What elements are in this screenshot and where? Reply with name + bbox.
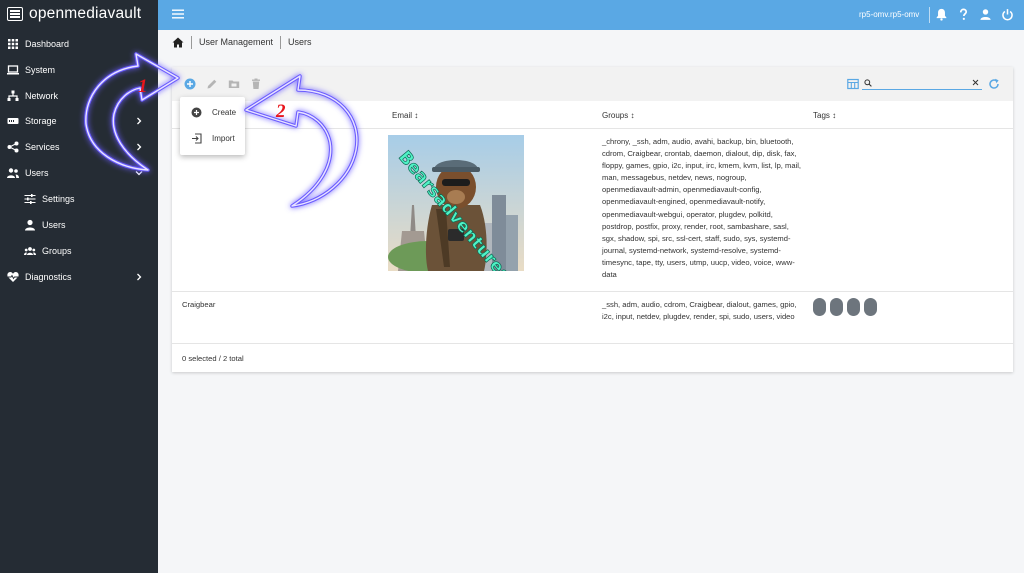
- refresh-icon[interactable]: [988, 78, 1000, 90]
- search-icon: [864, 79, 872, 87]
- add-icon[interactable]: [184, 78, 196, 90]
- sidebar-item-storage[interactable]: Storage: [0, 109, 158, 133]
- chevron-right-icon: [137, 117, 142, 125]
- search-box[interactable]: [862, 78, 982, 90]
- column-header-email[interactable]: Email ↕: [392, 111, 418, 120]
- sliders-icon: [24, 194, 36, 204]
- menu-item-label: Import: [212, 134, 235, 143]
- delete-icon[interactable]: [250, 78, 262, 90]
- heartbeat-icon: [7, 272, 19, 282]
- menu-item-create[interactable]: Create: [180, 99, 245, 125]
- home-icon[interactable]: [172, 37, 184, 48]
- sidebar-item-label: Network: [25, 91, 59, 101]
- storage-icon: [7, 118, 19, 124]
- help-icon[interactable]: [957, 8, 970, 21]
- grid-icon: [8, 39, 18, 49]
- users-icon: [7, 168, 19, 178]
- column-header-groups[interactable]: Groups ↕: [602, 111, 634, 120]
- annotation-step-2: 2: [276, 101, 286, 122]
- menu-toggle-icon[interactable]: [172, 9, 184, 19]
- groups-icon: [24, 247, 36, 255]
- table-toolbar: [172, 67, 1013, 101]
- omv-logo-icon: [7, 7, 23, 21]
- row-divider: [172, 291, 1013, 292]
- import-icon: [192, 133, 202, 144]
- sidebar-item-label: Diagnostics: [25, 272, 72, 282]
- tag-chip: [864, 298, 877, 316]
- header-divider: [172, 128, 1013, 129]
- username-cell: Craigbear: [182, 300, 216, 309]
- menu-item-import[interactable]: Import: [180, 125, 245, 151]
- tag-chip: [813, 298, 826, 316]
- sidebar-item-label: Dashboard: [25, 39, 70, 49]
- columns-icon[interactable]: [847, 78, 859, 90]
- sidebar-item-label: Users: [42, 220, 66, 230]
- sidebar-item-label: Services: [25, 142, 60, 152]
- search-input[interactable]: [874, 78, 970, 89]
- chevron-right-icon: [137, 273, 142, 281]
- bear-adventures-image: Bearsadventures: [388, 135, 524, 271]
- sidebar-item-users[interactable]: Users: [0, 161, 158, 185]
- chevron-down-icon: [135, 171, 143, 176]
- hostname: rp5-omv.rp5-omv: [859, 10, 920, 19]
- sidebar-item-label: System: [25, 65, 56, 75]
- network-icon: [7, 90, 19, 101]
- groups-cell: _chrony, _ssh, adm, audio, avahi, backup…: [602, 137, 802, 280]
- selection-summary: 0 selected / 2 total: [182, 354, 244, 363]
- sidebar-item-label: Storage: [25, 116, 57, 126]
- breadcrumb-separator: [280, 35, 282, 49]
- folder-icon[interactable]: [228, 78, 240, 90]
- breadcrumb: User Management Users: [172, 35, 312, 49]
- brand[interactable]: openmediavault: [0, 0, 158, 28]
- user-account-icon[interactable]: [979, 8, 992, 21]
- share-icon: [7, 141, 19, 153]
- tag-chip: [830, 298, 843, 316]
- user-icon: [25, 219, 35, 231]
- sidebar-item-system[interactable]: System: [0, 58, 158, 82]
- edit-icon[interactable]: [206, 78, 218, 90]
- sidebar-item-groups[interactable]: Groups: [0, 239, 158, 263]
- top-bar: rp5-omv.rp5-omv: [158, 0, 1024, 30]
- sidebar-item-users-list[interactable]: Users: [0, 213, 158, 237]
- sidebar-item-label: Groups: [42, 246, 72, 256]
- power-icon[interactable]: [1001, 8, 1014, 21]
- groups-cell: _ssh, adm, audio, cdrom, Craigbear, dial…: [602, 300, 797, 322]
- tag-chip: [847, 298, 860, 316]
- topbar-divider: [929, 7, 930, 23]
- sidebar: openmediavault Dashboard System Network …: [0, 0, 158, 573]
- annotation-step-1: 1: [138, 76, 148, 97]
- add-dropdown-menu: Create Import: [180, 97, 245, 155]
- sidebar-item-dashboard[interactable]: Dashboard: [0, 32, 158, 56]
- breadcrumb-users: Users: [288, 37, 312, 47]
- users-table-card: Email ↕ Groups ↕ Tags ↕ Bearsadventures: [172, 67, 1013, 372]
- laptop-icon: [7, 65, 19, 75]
- chevron-right-icon: [137, 143, 142, 151]
- sidebar-item-label: Users: [25, 168, 49, 178]
- menu-item-label: Create: [212, 108, 237, 117]
- bell-icon[interactable]: [935, 8, 948, 21]
- breadcrumb-user-management[interactable]: User Management: [199, 37, 273, 47]
- sidebar-item-network[interactable]: Network: [0, 84, 158, 108]
- row-divider: [172, 343, 1013, 344]
- breadcrumb-separator: [191, 35, 192, 49]
- sidebar-item-label: Settings: [42, 194, 75, 204]
- sidebar-item-settings[interactable]: Settings: [0, 187, 158, 211]
- sidebar-item-services[interactable]: Services: [0, 135, 158, 159]
- sidebar-item-diagnostics[interactable]: Diagnostics: [0, 265, 158, 289]
- brand-name: openmediavault: [29, 5, 142, 22]
- clear-search-icon[interactable]: [972, 79, 979, 86]
- add-circle-icon: [191, 107, 202, 118]
- column-header-tags[interactable]: Tags ↕: [813, 111, 836, 120]
